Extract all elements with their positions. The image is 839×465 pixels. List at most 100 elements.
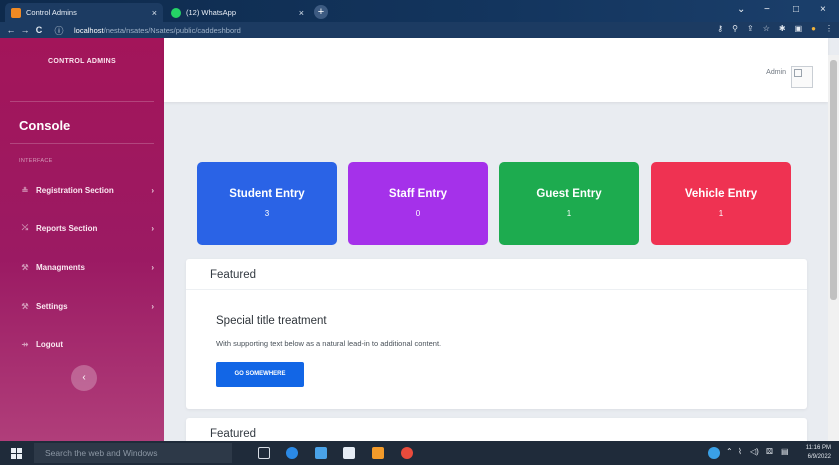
guest-entry-card[interactable]: Guest Entry 1 [499, 162, 639, 245]
sidepanel-icon[interactable]: ▣ [795, 24, 803, 33]
sidebar-item-label: Reports Section [36, 223, 98, 233]
featured-card-text: With supporting text below as a natural … [216, 339, 442, 348]
sidebar-item-label: Managments [36, 262, 85, 272]
chevron-right-icon: › [151, 185, 154, 195]
card-count: 3 [264, 209, 270, 218]
sidebar-item-label: Registration Section [36, 185, 114, 195]
back-arrow-icon[interactable]: ← [4, 25, 18, 35]
sidebar-item-reports[interactable]: ⤯ Reports Section › [19, 221, 154, 235]
profile-avatar-icon[interactable]: ● [811, 24, 816, 33]
sidebar-item-settings[interactable]: ⚒ Settings › [19, 299, 154, 313]
sidebar-item-registration[interactable]: ≗ Registration Section › [19, 183, 154, 197]
keyboard-icon[interactable]: ⚄ [766, 447, 773, 456]
sidebar-item-label: Settings [36, 301, 68, 311]
card-title: Vehicle Entry [684, 188, 758, 200]
card-title: Staff Entry [388, 188, 448, 200]
clock-date: 6/9/2022 [807, 454, 831, 460]
sidebar-divider [10, 143, 154, 144]
forward-arrow-icon[interactable]: → [18, 25, 32, 35]
url-field[interactable]: localhost/nesta/nsates/Nsates/public/cad… [74, 26, 241, 35]
browser-tab-strip: Control Admins × (12) WhatsApp × + ⌄ − □… [0, 0, 839, 22]
sidebar-item-label: Logout [36, 339, 64, 349]
sidebar-console-title: Console [19, 118, 71, 133]
control-admins-favicon-icon [11, 7, 21, 18]
sidebar: CONTROL ADMINS Console INTERFACE ≗ Regis… [0, 38, 164, 441]
chrome-browser-icon[interactable] [401, 447, 413, 459]
tools-icon: ⚒ [21, 262, 29, 272]
site-info-icon[interactable]: ⓘ [52, 24, 66, 37]
windows-logo-icon [11, 448, 16, 453]
key-icon[interactable]: ⚷ [717, 24, 723, 33]
share-icon[interactable]: ⇪ [747, 24, 754, 33]
sidebar-section-heading: INTERFACE [19, 158, 53, 164]
page-scrollbar[interactable] [828, 55, 839, 441]
featured-card-2: Featured [186, 418, 807, 441]
avatar[interactable] [791, 66, 813, 88]
notification-icon[interactable]: ▤ [781, 447, 789, 456]
taskbar-search-input[interactable]: Search the web and Windows [34, 443, 232, 463]
go-somewhere-button[interactable]: GO SOMEWHERE [216, 362, 304, 387]
user-icon: ≗ [21, 185, 29, 195]
file-explorer-icon[interactable] [315, 447, 327, 459]
chevron-right-icon: › [151, 301, 154, 311]
close-tab-icon[interactable]: × [299, 8, 304, 18]
sidebar-collapse-button[interactable]: ‹ [71, 365, 97, 391]
tab-search-icon[interactable]: ⌄ [737, 4, 745, 15]
whatsapp-favicon-icon [171, 7, 181, 18]
task-view-icon[interactable] [258, 447, 270, 459]
clock-time: 11:16 PM [805, 445, 831, 451]
address-bar: ← → C ⓘ localhost/nesta/nsates/Nsates/pu… [0, 22, 839, 38]
network-icon[interactable]: ⌇ [738, 447, 742, 456]
sublime-app-icon[interactable] [372, 447, 384, 459]
zoom-icon[interactable]: ⚲ [732, 24, 738, 33]
tab-whatsapp[interactable]: (12) WhatsApp × [165, 3, 310, 22]
tab-control-admins[interactable]: Control Admins × [5, 3, 163, 22]
show-hidden-icons-icon[interactable]: ⌃ [726, 447, 733, 456]
taskbar-clock[interactable]: 11:16 PM 6/9/2022 [806, 444, 831, 462]
close-tab-icon[interactable]: × [152, 8, 157, 18]
windows-start-button[interactable] [0, 441, 34, 465]
featured-card-header: Featured [186, 259, 807, 290]
tray-app-icon[interactable] [708, 447, 720, 459]
featured-card: Featured Special title treatment With su… [186, 259, 807, 409]
windows-taskbar: Search the web and Windows ⌃ ⌇ ◁) ⚄ ▤ 11… [0, 441, 839, 465]
windows-logo-icon [17, 454, 22, 459]
edge-browser-icon[interactable] [286, 447, 298, 459]
sidebar-brand[interactable]: CONTROL ADMINS [0, 58, 164, 65]
extensions-icon[interactable]: ✱ [779, 24, 786, 33]
tab-title: Control Admins [26, 8, 77, 17]
vehicle-entry-card[interactable]: Vehicle Entry 1 [651, 162, 791, 245]
sidebar-item-managments[interactable]: ⚒ Managments › [19, 260, 154, 274]
sidebar-item-logout[interactable]: ⇸ Logout [19, 337, 154, 351]
logout-icon: ⇸ [21, 339, 29, 349]
chevron-right-icon: › [151, 223, 154, 233]
url-host: localhost [74, 25, 104, 35]
maximize-window-button[interactable]: □ [793, 4, 799, 15]
tools-icon: ⚒ [21, 301, 29, 311]
top-navbar: Admin [164, 38, 828, 102]
card-count: 1 [718, 209, 724, 218]
store-icon[interactable] [343, 447, 355, 459]
browser-menu-icon[interactable]: ⋮ [825, 24, 833, 33]
reload-icon[interactable]: C [32, 25, 46, 35]
staff-entry-card[interactable]: Staff Entry 0 [348, 162, 488, 245]
card-title: Student Entry [229, 188, 305, 200]
new-tab-button[interactable]: + [314, 5, 328, 19]
close-window-button[interactable]: × [820, 4, 826, 15]
minimize-window-button[interactable]: − [764, 4, 770, 15]
card-count: 0 [415, 209, 421, 218]
chart-icon: ⤯ [21, 223, 29, 232]
scrollbar-thumb[interactable] [830, 60, 837, 300]
chevron-right-icon: › [151, 262, 154, 272]
sidebar-divider [10, 101, 154, 102]
windows-logo-icon [17, 448, 22, 453]
student-entry-card[interactable]: Student Entry 3 [197, 162, 337, 245]
url-path: /nesta/nsates/Nsates/public/caddeshbord [103, 25, 241, 35]
card-title: Guest Entry [536, 188, 602, 200]
windows-logo-icon [11, 454, 16, 459]
tab-title: (12) WhatsApp [186, 8, 237, 17]
volume-icon[interactable]: ◁) [750, 447, 759, 456]
bookmark-star-icon[interactable]: ☆ [763, 24, 770, 33]
card-count: 1 [566, 209, 572, 218]
admin-username[interactable]: Admin [766, 69, 786, 76]
